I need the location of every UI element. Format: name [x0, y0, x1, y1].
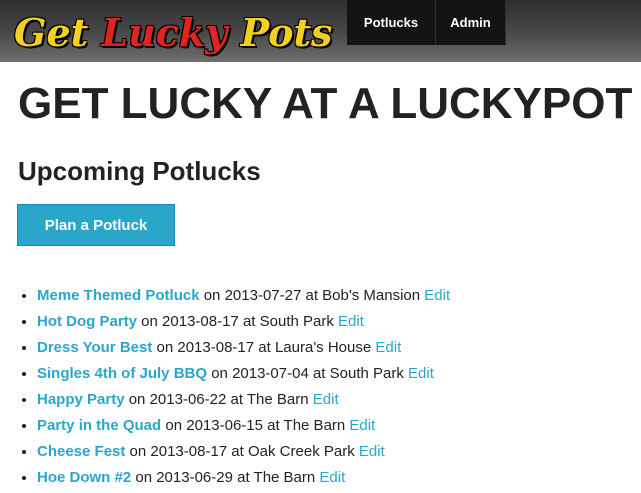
- list-item: Happy Party on 2013-06-22 at The Barn Ed…: [37, 387, 450, 413]
- edit-link[interactable]: Edit: [338, 313, 364, 330]
- potluck-date: 2013-06-15: [186, 417, 263, 434]
- on-text: on: [207, 365, 233, 382]
- edit-link[interactable]: Edit: [424, 287, 450, 304]
- at-text: at: [308, 365, 330, 382]
- edit-link[interactable]: Edit: [313, 391, 339, 408]
- potluck-list: Meme Themed Potluck on 2013-07-27 at Bob…: [0, 283, 450, 491]
- potluck-date: 2013-08-17: [162, 313, 239, 330]
- potluck-location: South Park: [329, 365, 404, 382]
- edit-link[interactable]: Edit: [359, 443, 385, 460]
- potluck-location: The Barn: [246, 391, 309, 408]
- on-text: on: [152, 339, 178, 356]
- potluck-name-link[interactable]: Cheese Fest: [37, 443, 125, 460]
- potluck-name-link[interactable]: Hot Dog Party: [37, 313, 137, 330]
- list-item: Singles 4th of July BBQ on 2013-07-04 at…: [37, 361, 450, 387]
- at-text: at: [227, 443, 248, 460]
- potluck-location: Bob's Mansion: [322, 287, 421, 304]
- on-text: on: [124, 391, 150, 408]
- plan-potluck-button[interactable]: Plan a Potluck: [17, 204, 175, 246]
- potluck-name-link[interactable]: Hoe Down #2: [37, 469, 131, 486]
- list-item: Meme Themed Potluck on 2013-07-27 at Bob…: [37, 283, 450, 309]
- potluck-location: Oak Creek Park: [248, 443, 355, 460]
- at-text: at: [226, 391, 247, 408]
- site-logo[interactable]: Get Lucky Pots: [14, 10, 332, 56]
- potluck-date: 2013-08-17: [150, 443, 228, 460]
- list-item: Party in the Quad on 2013-06-15 at The B…: [37, 413, 450, 439]
- logo-word-lucky: Lucky: [101, 10, 228, 55]
- potluck-location: The Barn: [283, 417, 346, 434]
- list-item: Cheese Fest on 2013-08-17 at Oak Creek P…: [37, 439, 450, 465]
- section-title: Upcoming Potlucks: [18, 156, 261, 186]
- potluck-date: 2013-06-29: [156, 469, 233, 486]
- potluck-date: 2013-06-22: [149, 391, 227, 408]
- page-title: GET LUCKY AT A LUCKYPOT: [18, 79, 633, 128]
- potluck-date: 2013-07-04: [232, 365, 309, 382]
- top-bar: Get Lucky Pots Potlucks Admin: [0, 0, 641, 62]
- at-text: at: [254, 339, 275, 356]
- logo-word-pots: Pots: [240, 10, 333, 55]
- on-text: on: [125, 443, 151, 460]
- edit-link[interactable]: Edit: [375, 339, 401, 356]
- potluck-location: South Park: [259, 313, 334, 330]
- list-item: Dress Your Best on 2013-08-17 at Laura's…: [37, 335, 450, 361]
- at-text: at: [262, 417, 284, 434]
- potluck-date: 2013-07-27: [224, 287, 302, 304]
- potluck-name-link[interactable]: Meme Themed Potluck: [37, 287, 200, 304]
- list-item: Hot Dog Party on 2013-08-17 at South Par…: [37, 309, 450, 335]
- list-item: Hoe Down #2 on 2013-06-29 at The Barn Ed…: [37, 465, 450, 491]
- nav-potlucks-link[interactable]: Potlucks: [347, 0, 436, 45]
- main-nav: Potlucks Admin: [347, 0, 506, 45]
- on-text: on: [137, 313, 163, 330]
- on-text: on: [131, 469, 157, 486]
- edit-link[interactable]: Edit: [408, 365, 434, 382]
- at-text: at: [232, 469, 254, 486]
- potluck-location: Laura's House: [274, 339, 372, 356]
- logo-word-get: Get: [14, 10, 89, 55]
- potluck-name-link[interactable]: Dress Your Best: [37, 339, 152, 356]
- potluck-location: The Barn: [253, 469, 316, 486]
- nav-admin-link[interactable]: Admin: [436, 0, 506, 45]
- at-text: at: [238, 313, 260, 330]
- at-text: at: [301, 287, 323, 304]
- edit-link[interactable]: Edit: [349, 417, 375, 434]
- potluck-name-link[interactable]: Party in the Quad: [37, 417, 161, 434]
- potluck-date: 2013-08-17: [177, 339, 255, 356]
- potluck-name-link[interactable]: Happy Party: [37, 391, 125, 408]
- potluck-name-link[interactable]: Singles 4th of July BBQ: [37, 365, 207, 382]
- edit-link[interactable]: Edit: [319, 469, 345, 486]
- on-text: on: [161, 417, 187, 434]
- on-text: on: [199, 287, 225, 304]
